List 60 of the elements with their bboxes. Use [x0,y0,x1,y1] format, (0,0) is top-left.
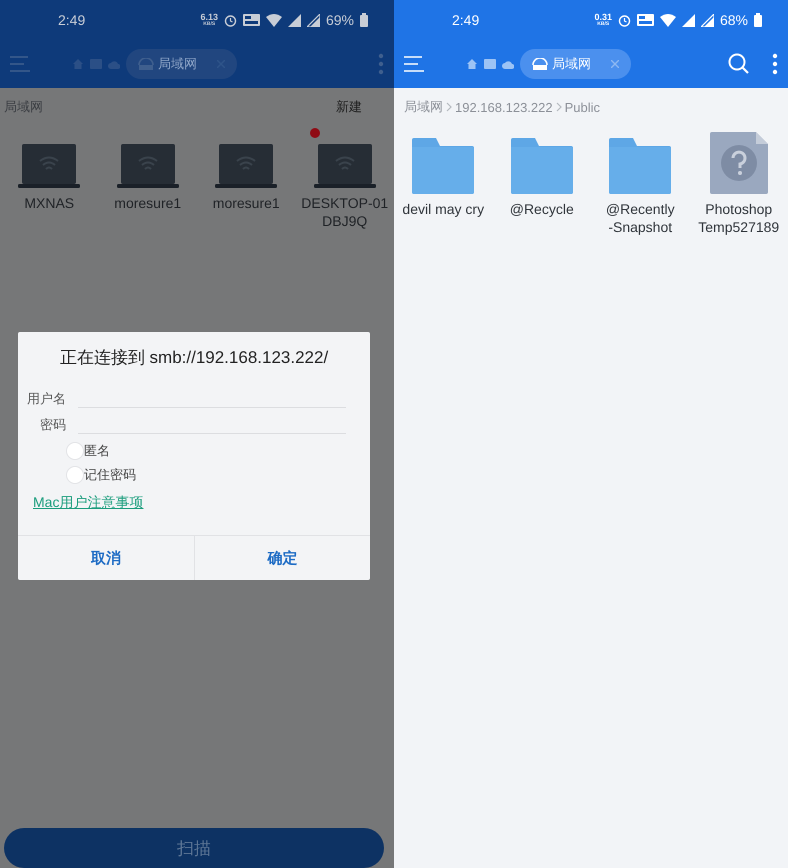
signal-icon [306,14,320,26]
laptop-icon [314,144,376,188]
file-name[interactable]: devil may cry [402,200,484,218]
location-tab[interactable]: 局域网 [520,49,631,79]
network-icon [532,58,548,70]
search-icon[interactable] [728,53,750,75]
cloud-icon[interactable] [108,60,120,68]
folder-icon [412,138,474,194]
cloud-icon[interactable] [502,60,514,68]
device-name[interactable]: moresure1 [212,194,280,212]
clock-time: 2:49 [452,12,480,28]
dialog-title: 正在连接到 smb://192.168.123.222/ [58,347,330,369]
wifi-icon [660,14,676,26]
dialog-button[interactable]: 确定 [194,536,370,580]
battery-icon [754,13,762,27]
new-button[interactable]: 新建 [336,98,362,116]
network-icon [138,58,154,70]
storage-icon[interactable] [484,59,496,69]
breadcrumb-item[interactable]: 192.168.123.222 [455,100,553,114]
section-title: 局域网 [4,98,43,116]
volte-icon [242,14,260,26]
help-link[interactable]: Mac用户注意事项 [33,494,144,512]
storage-icon[interactable] [90,59,102,69]
location-tab[interactable]: 局域网 [126,49,237,79]
radio-button[interactable] [66,466,84,484]
dialog-button[interactable]: 取消 [18,536,194,580]
unknown-file-icon [710,132,768,194]
alarm-icon [618,14,631,26]
battery-percent: 69% [326,12,354,28]
signal-icon [700,14,714,26]
device-name[interactable]: MXNAS [24,194,74,212]
option-label: 匿名 [84,442,110,460]
signal-icon [288,14,301,26]
device-name[interactable]: DESKTOP-01 DBJ9Q [301,194,388,230]
device-name[interactable]: moresure1 [114,194,182,212]
volte-icon [636,14,654,26]
breadcrumb-item[interactable]: 局域网 [404,98,443,116]
file-name[interactable]: @Recently -Snapshot [606,200,675,236]
scan-button[interactable]: 扫描 [4,828,384,868]
more-icon[interactable] [772,53,778,75]
breadcrumb-item[interactable]: Public [564,100,600,114]
close-icon[interactable] [611,60,619,68]
field-label: 密码 [39,416,67,434]
chevron-icon [556,102,562,112]
field-label: 用户名 [26,390,67,408]
radio-button[interactable] [66,442,84,460]
file-name[interactable]: Photoshop Temp527189 [698,200,780,236]
alarm-icon [224,14,237,26]
home-icon[interactable] [466,58,478,70]
signal-icon [682,14,695,26]
file-name[interactable]: @Recycle [510,200,574,218]
battery-icon [360,13,368,27]
option-label: 记住密码 [84,466,136,484]
folder-icon [510,138,573,194]
wifi-icon [266,14,282,26]
folder-icon [609,138,672,194]
home-icon[interactable] [72,58,84,70]
chevron-icon [446,102,452,112]
battery-percent: 68% [720,12,748,28]
clock-time: 2:49 [58,12,86,28]
